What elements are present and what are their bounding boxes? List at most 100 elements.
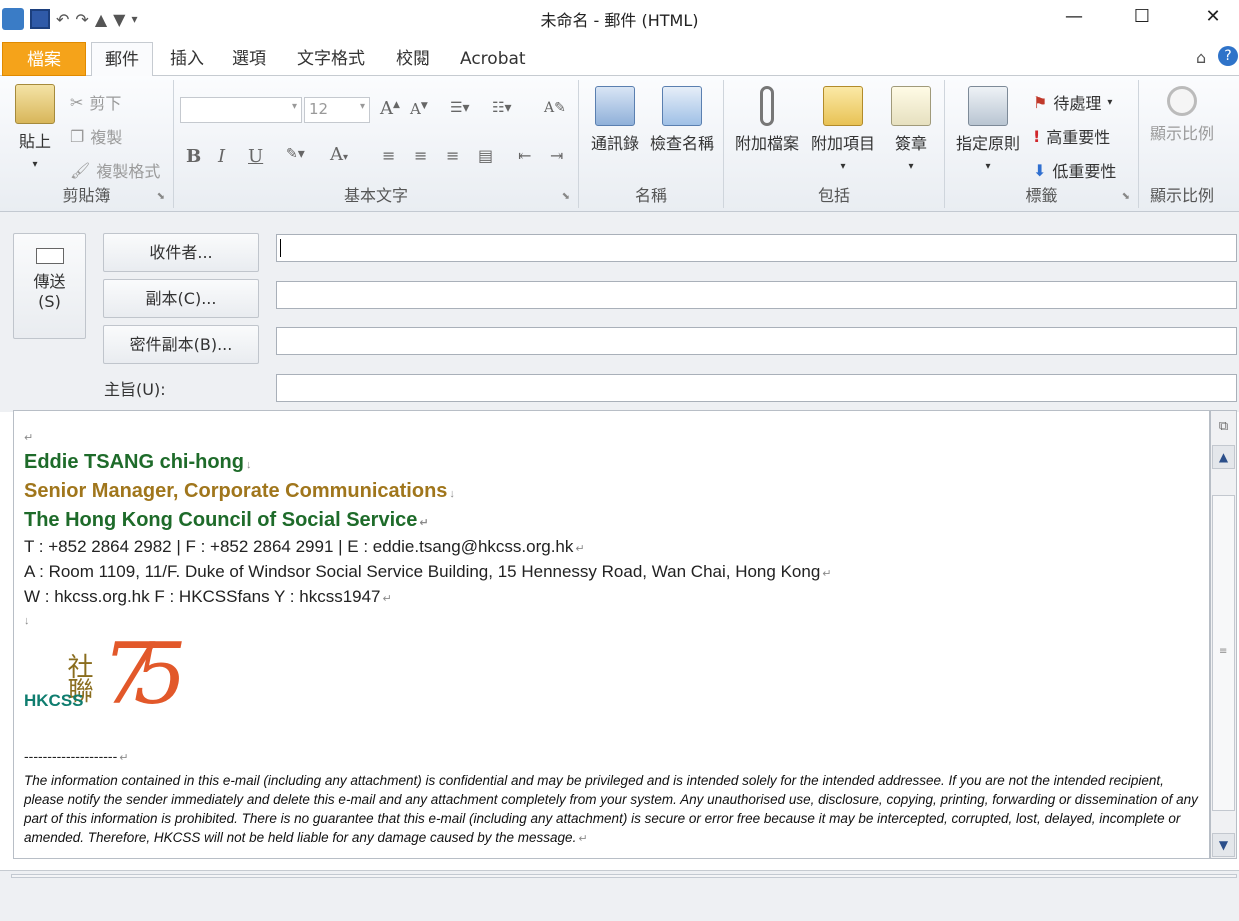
down-arrow-icon: ⬇: [1033, 160, 1047, 180]
align-center-icon[interactable]: ≡: [414, 146, 427, 165]
group-label-basic-text: 基本文字: [343, 186, 408, 205]
signature-web: W : hkcss.org.hk F : HKCSSfans Y : hkcss…: [24, 587, 392, 606]
ribbon-tabs: 檔案 郵件 插入 選項 文字格式 校閱 Acrobat ⌂ ?: [0, 38, 1239, 77]
divider: [11, 874, 1237, 878]
tab-format-text[interactable]: 文字格式: [287, 42, 375, 76]
group-tags: 指定原則 ▾ ⚑ 待處理 ▾ ! 高重要性 ⬇ 低重要性 標籤 ⬊: [945, 80, 1139, 208]
policy-icon: [968, 86, 1008, 126]
to-button[interactable]: 收件者...: [103, 233, 259, 272]
group-label-tags: 標籤: [1025, 186, 1058, 205]
signature-disclaimer: The information contained in this e-mail…: [24, 773, 1198, 845]
view-icon[interactable]: ⧉: [1214, 419, 1233, 441]
scissors-icon: ✂: [70, 92, 84, 112]
status-area: [0, 870, 1239, 921]
signature-name: Eddie TSANG chi-hong ↓: [24, 451, 252, 473]
message-body[interactable]: ↵ Eddie TSANG chi-hong ↓ Senior Manager, …: [13, 410, 1210, 859]
paste-icon: [15, 84, 55, 124]
font-name-combo[interactable]: ▾: [180, 97, 302, 123]
dialog-launcher-icon[interactable]: ⬊: [1122, 191, 1130, 202]
signature-address: A : Room 1109, 11/F. Duke of Windsor Soc…: [24, 562, 832, 581]
align-left-icon[interactable]: ≡: [382, 146, 395, 165]
clear-formatting-icon[interactable]: A✎: [544, 100, 566, 116]
follow-up-button[interactable]: ⚑ 待處理 ▾: [1033, 90, 1112, 114]
paragraph-mark: ↵: [24, 432, 34, 444]
tab-options[interactable]: 選項: [222, 42, 276, 76]
underline-icon[interactable]: U: [248, 146, 263, 167]
signature-separator: -------------------- ↵: [24, 748, 129, 764]
format-painter-icon: 🖌: [70, 160, 91, 180]
group-names: 通訊錄 檢查名稱 名稱: [579, 80, 724, 208]
flag-icon: ⚑: [1033, 92, 1048, 112]
bcc-field[interactable]: [276, 327, 1237, 355]
group-basic-text: ▾ 12 ▾ A▲ A▼ ☰▾ ☷▾ A✎ B I U ✎▾ A▾ ≡ ≡ ≡ ▤…: [174, 80, 579, 208]
group-label-zoom: 顯示比例: [1149, 186, 1214, 205]
justify-icon[interactable]: ▤: [478, 146, 493, 165]
send-button[interactable]: 傳送 (S): [13, 233, 86, 339]
low-importance-button[interactable]: ⬇ 低重要性: [1033, 158, 1116, 182]
signature-title: Senior Manager, Corporate Communications…: [24, 480, 455, 502]
scroll-thumb[interactable]: ≡: [1212, 495, 1235, 811]
subject-label: 主旨(U):: [104, 380, 166, 399]
signature-org: The Hong Kong Council of Social Service ↵: [24, 509, 429, 531]
send-envelope-icon: [35, 248, 64, 264]
check-names-icon: [662, 86, 702, 126]
exclamation-icon: !: [1033, 126, 1041, 146]
magnifier-icon: [1167, 86, 1197, 116]
zoom-button[interactable]: 顯示比例: [1143, 86, 1221, 144]
increase-indent-icon[interactable]: ⇥: [550, 146, 563, 165]
font-color-icon[interactable]: A▾: [330, 144, 348, 165]
signature-icon: [891, 86, 931, 126]
to-field[interactable]: [276, 234, 1237, 262]
tab-insert[interactable]: 插入: [160, 42, 214, 76]
signature-button[interactable]: 簽章 ▾: [886, 86, 936, 173]
paragraph-mark: ↓: [24, 615, 30, 627]
minimize-button[interactable]: —: [1051, 0, 1097, 34]
text-cursor: [280, 239, 281, 257]
address-book-icon: [595, 86, 635, 126]
grow-font-icon[interactable]: A▲: [380, 98, 400, 119]
help-icon[interactable]: ?: [1218, 46, 1238, 66]
group-label-names: 名稱: [634, 186, 667, 205]
decrease-indent-icon[interactable]: ⇤: [518, 146, 531, 165]
paste-button[interactable]: 貼上 ▾: [10, 84, 60, 171]
high-importance-button[interactable]: ! 高重要性: [1033, 124, 1110, 148]
bcc-button[interactable]: 密件副本(B)...: [103, 325, 259, 364]
body-scrollbar[interactable]: ⧉ ▲ ≡ ▼: [1210, 410, 1237, 859]
scroll-up-arrow[interactable]: ▲: [1212, 445, 1235, 469]
italic-icon[interactable]: I: [218, 146, 225, 167]
maximize-button[interactable]: ☐: [1119, 0, 1165, 34]
bold-icon[interactable]: B: [186, 146, 201, 167]
attach-file-button[interactable]: 附加檔案: [730, 86, 804, 154]
compose-header: 傳送 (S) 收件者... 副本(C)... 密件副本(B)... 主旨(U):: [0, 212, 1239, 412]
highlight-icon[interactable]: ✎▾: [286, 146, 305, 162]
check-names-button[interactable]: 檢查名稱: [645, 86, 719, 154]
cut-button[interactable]: ✂ 剪下: [70, 90, 121, 114]
scroll-down-arrow[interactable]: ▼: [1212, 833, 1235, 857]
assign-policy-button[interactable]: 指定原則 ▾: [951, 86, 1025, 173]
envelope-icon: [823, 86, 863, 126]
group-clipboard: 貼上 ▾ ✂ 剪下 ❐ 複製 🖌 複製格式 剪貼簿 ⬊: [0, 80, 174, 208]
minimize-ribbon-icon[interactable]: ⌂: [1196, 48, 1206, 67]
format-painter-button[interactable]: 🖌 複製格式: [70, 158, 160, 182]
tab-acrobat[interactable]: Acrobat: [450, 42, 536, 76]
bullets-icon[interactable]: ☰▾: [450, 100, 470, 116]
numbering-icon[interactable]: ☷▾: [492, 100, 512, 116]
close-button[interactable]: ✕: [1190, 0, 1236, 34]
cc-field[interactable]: [276, 281, 1237, 309]
group-label-include: 包括: [817, 186, 850, 205]
tab-review[interactable]: 校閱: [386, 42, 440, 76]
attach-item-button[interactable]: 附加項目 ▾: [806, 86, 880, 173]
title-bar: ↶ ↷ ▲ ▼ ▾ 未命名 - 郵件 (HTML) — ☐ ✕: [0, 0, 1239, 38]
group-zoom: 顯示比例 顯示比例: [1139, 80, 1225, 208]
address-book-button[interactable]: 通訊錄: [585, 86, 645, 154]
copy-button[interactable]: ❐ 複製: [70, 124, 122, 148]
dialog-launcher-icon[interactable]: ⬊: [157, 191, 165, 202]
font-size-combo[interactable]: 12 ▾: [304, 97, 370, 123]
dialog-launcher-icon[interactable]: ⬊: [562, 191, 570, 202]
cc-button[interactable]: 副本(C)...: [103, 279, 259, 318]
shrink-font-icon[interactable]: A▼: [410, 100, 428, 118]
subject-field[interactable]: [276, 374, 1237, 402]
tab-message[interactable]: 郵件: [91, 42, 153, 77]
align-right-icon[interactable]: ≡: [446, 146, 459, 165]
tab-file[interactable]: 檔案: [2, 42, 86, 76]
